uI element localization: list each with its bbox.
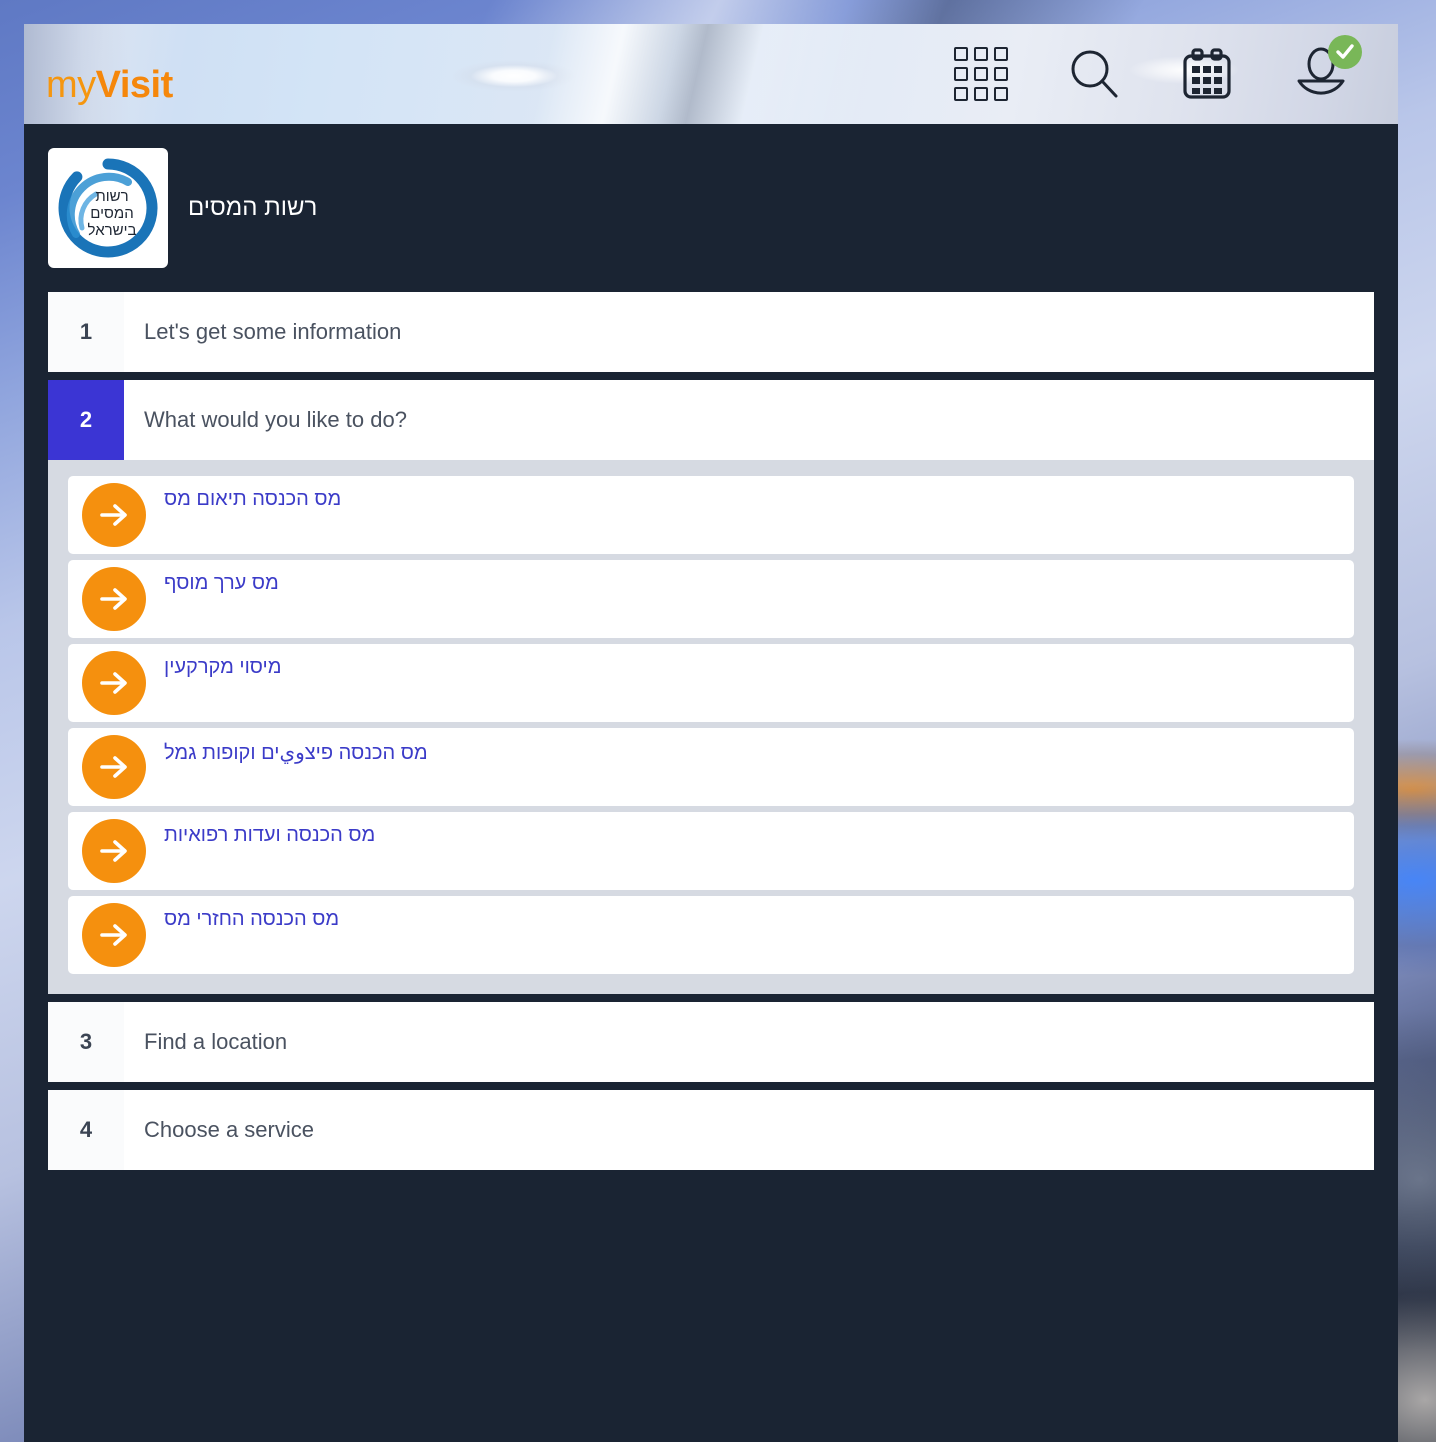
user-avatar-icon[interactable] xyxy=(1292,35,1362,103)
service-option-label: מס ערך מוסף xyxy=(164,572,279,594)
logo-line-1: רשות xyxy=(95,188,128,205)
verified-check-badge xyxy=(1328,35,1362,69)
service-option[interactable]: מס הכנסה החזרי מס xyxy=(68,896,1354,974)
service-option[interactable]: מס הכנסה ועדות רפואיות xyxy=(68,812,1354,890)
organization-header: רשות המסים בישראל רשות המסים xyxy=(48,148,1374,292)
service-option[interactable]: מס ערך מוסף xyxy=(68,560,1354,638)
service-option-label: מיסוי מקרקעין xyxy=(164,656,282,678)
booking-app: רשות המסים בישראל רשות המסים 1 Let's get… xyxy=(24,124,1398,1442)
service-option[interactable]: מיסוי מקרקעין xyxy=(68,644,1354,722)
step-number-3: 3 xyxy=(48,1002,124,1082)
calendar-icon[interactable] xyxy=(1180,47,1234,101)
logo-line-3: בישראל xyxy=(88,222,137,239)
service-option-label: מס הכנסה החזרי מס xyxy=(164,908,340,930)
arrow-right-icon xyxy=(82,735,146,799)
site-banner: myVisit xyxy=(24,24,1398,124)
step-row-2[interactable]: 2 What would you like to do? xyxy=(48,380,1374,460)
arrow-right-icon xyxy=(82,483,146,547)
step-title-3: Find a location xyxy=(124,1002,1374,1082)
service-option[interactable]: מס הכנסה תיאום מס xyxy=(68,476,1354,554)
step-title-2: What would you like to do? xyxy=(124,380,1374,460)
tax-authority-logo: רשות המסים בישראל xyxy=(48,148,168,268)
myvisit-logo[interactable]: myVisit xyxy=(46,66,173,104)
logo-suffix: Visit xyxy=(95,64,174,106)
banner-action-bar xyxy=(954,24,1362,124)
logo-line-2: המסים xyxy=(90,205,133,222)
step-number-4: 4 xyxy=(48,1090,124,1170)
service-option[interactable]: מס הכנסה פיצويים וקופות גמל xyxy=(68,728,1354,806)
arrow-right-icon xyxy=(82,651,146,715)
myvisit-page: myVisit רשות המסים בישראל רשות המסים 1 L… xyxy=(24,24,1398,1442)
apps-grid-icon[interactable] xyxy=(954,47,1008,101)
service-option-label: מס הכנסה תיאום מס xyxy=(164,488,342,510)
step-row-1[interactable]: 1 Let's get some information xyxy=(48,292,1374,372)
step-number-1: 1 xyxy=(48,292,124,372)
arrow-right-icon xyxy=(82,903,146,967)
step-row-4[interactable]: 4 Choose a service xyxy=(48,1090,1374,1170)
logo-prefix: my xyxy=(46,64,96,106)
service-option-label: מס הכנסה ועדות רפואיות xyxy=(164,824,376,846)
search-icon[interactable] xyxy=(1066,46,1122,102)
service-option-label: מס הכנסה פיצويים וקופות גמל xyxy=(164,742,428,764)
arrow-right-icon xyxy=(82,819,146,883)
step-title-1: Let's get some information xyxy=(124,292,1374,372)
service-options-panel: מס הכנסה תיאום מס מס ערך מוסף מיסוי מקרק… xyxy=(48,460,1374,994)
arrow-right-icon xyxy=(82,567,146,631)
step-title-4: Choose a service xyxy=(124,1090,1374,1170)
step-number-2: 2 xyxy=(48,380,124,460)
step-row-3[interactable]: 3 Find a location xyxy=(48,1002,1374,1082)
organization-name: רשות המסים xyxy=(188,194,318,221)
